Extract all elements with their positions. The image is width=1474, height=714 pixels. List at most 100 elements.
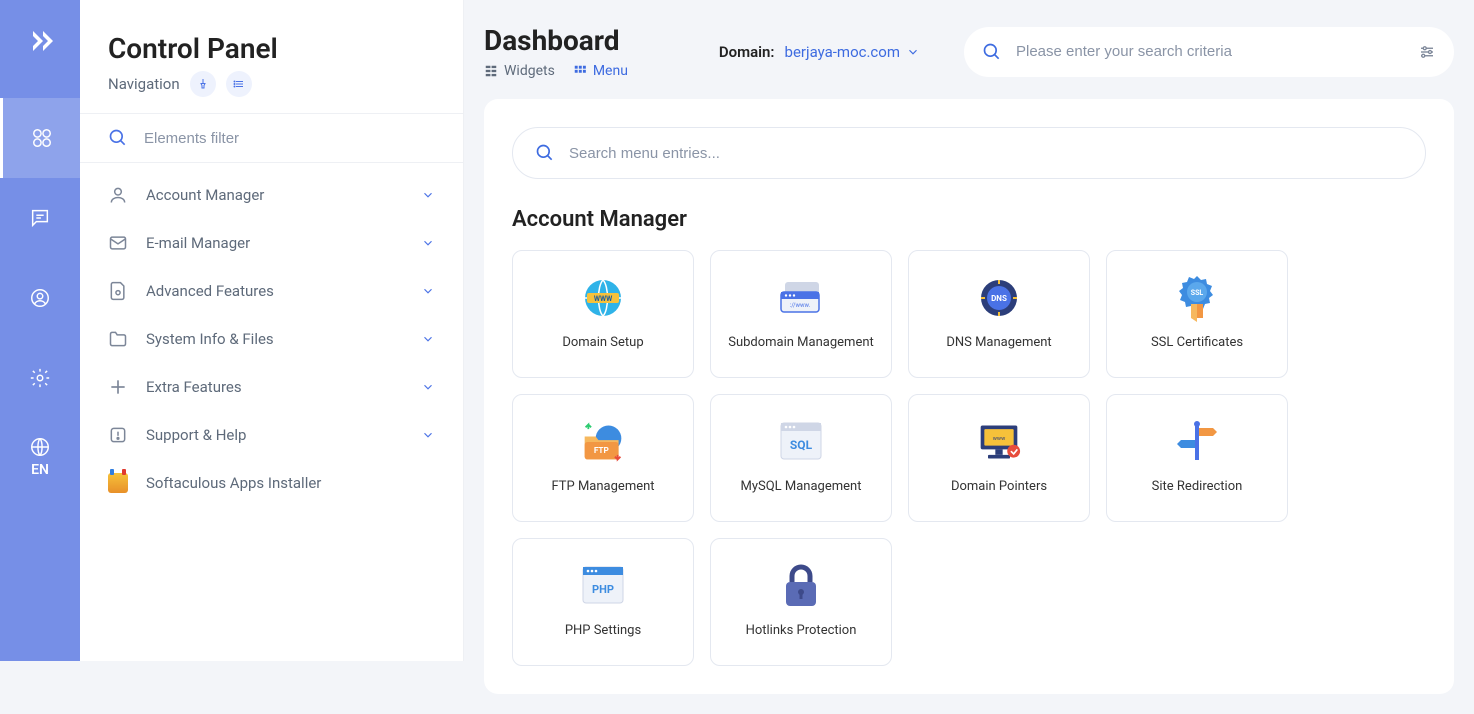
rail-messages[interactable] [0,178,80,258]
menu-search [512,127,1426,179]
list-icon[interactable] [226,71,252,97]
ftp-folder-icon: FTP [581,420,625,464]
nav-label: Softaculous Apps Installer [146,474,321,492]
nav-label: System Info & Files [146,330,274,348]
rail-settings[interactable] [0,338,80,418]
global-search [964,27,1454,77]
search-icon [535,143,555,163]
pin-icon[interactable] [190,71,216,97]
card-label: Subdomain Management [728,334,874,352]
svg-text:SQL: SQL [790,438,813,452]
menu-label: Menu [593,63,628,79]
icon-rail: EN [0,0,80,661]
ssl-badge-icon: SSL [1175,276,1219,320]
sidebar-header: Control Panel Navigation [80,0,463,113]
chevron-down-icon [421,284,435,298]
card-domain-setup[interactable]: WWW Domain Setup [512,250,694,378]
dashboard-panel: Account Manager WWW Domain Setup ://www.… [484,99,1454,694]
menu-toggle[interactable]: Menu [573,63,628,79]
chevron-down-icon [421,380,435,394]
card-site-redirection[interactable]: Site Redirection [1106,394,1288,522]
nav-email-manager[interactable]: E-mail Manager [80,219,463,267]
card-label: Hotlinks Protection [746,622,857,640]
nav-label: Advanced Features [146,282,274,300]
search-icon [982,42,1002,62]
dns-globe-icon: DNS [977,276,1021,320]
sql-browser-icon: SQL [779,420,823,464]
chevron-down-icon [421,428,435,442]
nav-advanced-features[interactable]: Advanced Features [80,267,463,315]
content: Account Manager WWW Domain Setup ://www.… [464,79,1474,714]
menu-search-input[interactable] [569,145,1403,162]
lang-label: EN [31,462,49,478]
grid-icon [484,64,498,78]
nav-list: Account Manager E-mail Manager Advanced … [80,163,463,515]
card-mysql[interactable]: SQL MySQL Management [710,394,892,522]
card-dns[interactable]: DNS DNS Management [908,250,1090,378]
svg-text:SSL: SSL [1191,289,1204,297]
sliders-icon[interactable] [1418,43,1436,61]
domain-value: berjaya-moc.com [785,43,900,61]
elements-filter-input[interactable] [144,130,435,147]
card-php-settings[interactable]: PHP PHP Settings [512,538,694,666]
card-label: Domain Pointers [951,478,1047,496]
card-label: Domain Setup [562,334,643,352]
nav-label: Support & Help [146,426,246,444]
nav-system-info[interactable]: System Info & Files [80,315,463,363]
card-ftp[interactable]: FTP FTP Management [512,394,694,522]
svg-text:PHP: PHP [592,583,614,596]
nav-softaculous[interactable]: Softaculous Apps Installer [80,459,463,507]
domain-dropdown[interactable]: berjaya-moc.com [785,43,920,61]
lock-icon [779,564,823,608]
signpost-icon [1175,420,1219,464]
svg-text:FTP: FTP [594,446,609,456]
monitor-www-icon: www [977,420,1021,464]
mail-icon [108,233,128,253]
rail-globe[interactable]: EN [0,418,80,478]
nav-label: E-mail Manager [146,234,250,252]
widgets-toggle[interactable]: Widgets [484,63,555,79]
svg-text:://www.: ://www. [790,302,811,309]
plus-icon [108,377,128,397]
tiles-icon [573,64,587,78]
svg-text:DNS: DNS [991,294,1007,303]
nav-support-help[interactable]: Support & Help [80,411,463,459]
alert-icon [108,425,128,445]
card-hotlinks[interactable]: Hotlinks Protection [710,538,892,666]
card-ssl[interactable]: SSL SSL Certificates [1106,250,1288,378]
card-label: Site Redirection [1152,478,1243,496]
card-domain-pointers[interactable]: www Domain Pointers [908,394,1090,522]
nav-extra-features[interactable]: Extra Features [80,363,463,411]
chevron-down-icon [421,188,435,202]
file-gear-icon [108,281,128,301]
chevron-down-icon [906,45,920,59]
card-label: PHP Settings [565,622,641,640]
rail-users[interactable] [0,258,80,338]
page-title: Dashboard [484,24,628,57]
topbar: Dashboard Widgets Menu Domain: berjaya-m… [464,0,1474,79]
browser-stack-icon: ://www. [779,276,823,320]
card-label: SSL Certificates [1151,334,1243,352]
sidebar-subtitle: Navigation [108,75,180,93]
card-label: DNS Management [946,334,1051,352]
rail-dashboard[interactable] [0,98,80,178]
sidebar-title: Control Panel [108,32,435,65]
card-label: FTP Management [551,478,654,496]
nav-label: Extra Features [146,378,242,396]
card-label: MySQL Management [741,478,862,496]
nav-label: Account Manager [146,186,264,204]
chevron-down-icon [421,332,435,346]
card-subdomain[interactable]: ://www. Subdomain Management [710,250,892,378]
search-icon [108,128,128,148]
domain-selector: Domain: berjaya-moc.com [719,43,920,61]
chevron-down-icon [421,236,435,250]
sidebar: Control Panel Navigation Account Manager… [80,0,464,661]
global-search-input[interactable] [1016,43,1404,60]
sidebar-filter [80,113,463,163]
user-icon [108,185,128,205]
globe-www-icon: WWW [581,276,625,320]
nav-account-manager[interactable]: Account Manager [80,171,463,219]
softaculous-icon [108,473,128,493]
domain-label: Domain: [719,43,775,61]
logo [23,24,57,58]
